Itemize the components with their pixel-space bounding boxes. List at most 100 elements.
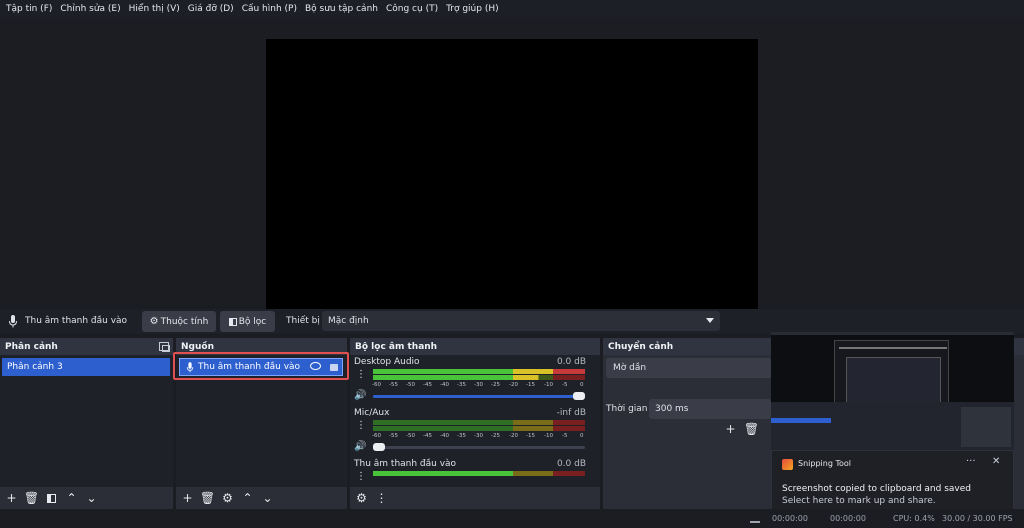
microphone-icon xyxy=(9,315,17,328)
trash-icon[interactable]: 🗑 xyxy=(743,420,760,437)
volume-fill xyxy=(373,395,577,398)
menu-tools[interactable]: Công cụ (T) xyxy=(384,4,444,14)
trash-icon[interactable]: 🗑 xyxy=(23,490,40,507)
screenshot-thumbnail[interactable] xyxy=(771,332,1014,450)
volume-handle[interactable] xyxy=(573,392,585,400)
channel-name: Desktop Audio xyxy=(354,357,420,367)
channel-name: Mic/Aux xyxy=(354,408,390,418)
scene-item-label: Phân cảnh 3 xyxy=(7,362,63,372)
mixer-channel: Desktop Audio 0.0 dB ⋮ -60 -55 -50 -45 -… xyxy=(350,355,590,405)
fps-readout: 30.00 / 30.00 FPS xyxy=(942,514,1013,523)
toast-app-name: Snipping Tool xyxy=(798,459,851,468)
duration-input[interactable]: 300 ms xyxy=(649,399,771,419)
tick-label: -60 xyxy=(372,433,381,439)
gear-icon: ⚙ xyxy=(149,316,159,327)
more-options-icon[interactable]: ⋮ xyxy=(356,370,366,380)
menu-edit[interactable]: Chỉnh sửa (E) xyxy=(58,4,126,14)
context-bar: Thu âm thanh đầu vào ⚙ Thuộc tính Bộ lọc… xyxy=(0,309,1024,334)
advanced-audio-icon[interactable]: ⚙ xyxy=(353,490,370,507)
menu-view[interactable]: Hiển thị (V) xyxy=(127,4,186,14)
transition-select[interactable]: Mờ dần xyxy=(606,358,772,378)
tick-label: -55 xyxy=(389,433,398,439)
tick-label: -60 xyxy=(372,382,381,388)
tick-label: -25 xyxy=(491,433,500,439)
audio-meter xyxy=(373,471,585,476)
volume-slider[interactable] xyxy=(373,392,585,400)
tick-label: -20 xyxy=(509,433,518,439)
tick-label: -35 xyxy=(457,433,466,439)
add-scene-icon[interactable]: + xyxy=(3,490,20,507)
add-source-icon[interactable]: + xyxy=(179,490,196,507)
tick-label: -40 xyxy=(440,433,449,439)
duration-label: Thời gian xyxy=(606,404,648,414)
scenes-toolbar: + 🗑 ⌃ ⌄ xyxy=(0,487,173,509)
more-options-icon[interactable]: ⋮ xyxy=(373,490,390,507)
tick-label: -55 xyxy=(389,382,398,388)
scenes-header: Phân cảnh xyxy=(0,338,173,355)
speaker-icon[interactable]: 🔊 xyxy=(354,441,366,452)
toast-sub-message: Select here to mark up and share. xyxy=(782,496,936,506)
more-options-icon[interactable]: ⋮ xyxy=(356,421,366,431)
chevron-down-icon[interactable]: ⌄ xyxy=(83,490,100,507)
chevron-up-icon[interactable]: ⌃ xyxy=(63,490,80,507)
tick-label: -30 xyxy=(474,382,483,388)
context-source-name: Thu âm thanh đầu vào xyxy=(25,316,128,326)
gear-icon[interactable]: ⚙ xyxy=(219,490,236,507)
highlight-box xyxy=(173,352,349,380)
channel-db: 0.0 dB xyxy=(556,357,586,367)
transitions-title: Chuyển cảnh xyxy=(608,341,674,352)
speaker-icon[interactable]: 🔊 xyxy=(354,390,366,401)
trash-icon[interactable]: 🗑 xyxy=(199,490,216,507)
menu-help[interactable]: Trợ giúp (H) xyxy=(444,4,505,14)
channel-db: 0.0 dB xyxy=(556,459,586,469)
more-options-icon[interactable]: ⋮ xyxy=(356,472,366,482)
tick-label: -50 xyxy=(406,382,415,388)
properties-button[interactable]: ⚙ Thuộc tính xyxy=(142,311,216,332)
menu-file[interactable]: Tập tin (F) xyxy=(4,4,58,14)
audio-meter xyxy=(373,375,585,380)
mixer-toolbar: ⚙ ⋮ xyxy=(350,487,600,509)
volume-slider[interactable] xyxy=(373,443,585,451)
tick-label: -25 xyxy=(491,382,500,388)
menu-profile[interactable]: Cấu hình (P) xyxy=(240,4,303,14)
record-time: 00:00:00 xyxy=(830,514,866,523)
chevron-up-icon[interactable]: ⌃ xyxy=(239,490,256,507)
device-label: Thiết bị xyxy=(286,316,320,326)
preview-canvas[interactable] xyxy=(266,39,758,316)
filters-button[interactable]: Bộ lọc xyxy=(220,311,275,332)
menu-docks[interactable]: Giá đỡ (D) xyxy=(186,4,240,14)
audio-meter xyxy=(373,420,585,425)
channel-name: Thu âm thanh đầu vào xyxy=(354,459,457,469)
sources-toolbar: + 🗑 ⚙ ⌃ ⌄ xyxy=(176,487,347,509)
sources-title: Nguồn xyxy=(181,341,214,352)
volume-handle[interactable] xyxy=(373,443,385,451)
device-select[interactable]: Mặc định xyxy=(322,311,720,331)
filter-icon xyxy=(228,317,237,326)
more-options-icon[interactable]: ··· xyxy=(966,456,976,467)
audio-meter xyxy=(373,369,585,374)
scene-item[interactable]: Phân cảnh 3 xyxy=(2,358,170,376)
chevron-down-icon[interactable]: ⌄ xyxy=(259,490,276,507)
menu-scene-collection[interactable]: Bộ sưu tập cảnh xyxy=(303,4,384,14)
chevron-down-icon xyxy=(706,318,714,323)
cpu-usage: CPU: 0.4% xyxy=(893,514,935,523)
tick-label: -45 xyxy=(423,382,432,388)
undock-icon[interactable] xyxy=(159,342,170,352)
signal-icon xyxy=(750,514,760,523)
tick-label: -10 xyxy=(544,433,553,439)
tick-label: -5 xyxy=(562,433,568,439)
close-icon[interactable]: ✕ xyxy=(992,456,1000,467)
scene-filters-icon[interactable] xyxy=(43,490,60,507)
tick-label: -30 xyxy=(474,433,483,439)
tick-label: -15 xyxy=(526,382,535,388)
tick-label: -40 xyxy=(440,382,449,388)
stream-time: 00:00:00 xyxy=(772,514,808,523)
scissors-icon xyxy=(782,459,793,470)
meter-ticks: -60 -55 -50 -45 -40 -35 -30 -25 -20 -15 … xyxy=(372,382,588,390)
tick-label: -10 xyxy=(544,382,553,388)
audio-meter xyxy=(373,426,585,431)
mixer-channels: Desktop Audio 0.0 dB ⋮ -60 -55 -50 -45 -… xyxy=(350,355,600,487)
tick-label: -45 xyxy=(423,433,432,439)
mixer-header: Bộ lọc âm thanh xyxy=(350,338,600,355)
add-transition-icon[interactable]: + xyxy=(722,420,739,437)
